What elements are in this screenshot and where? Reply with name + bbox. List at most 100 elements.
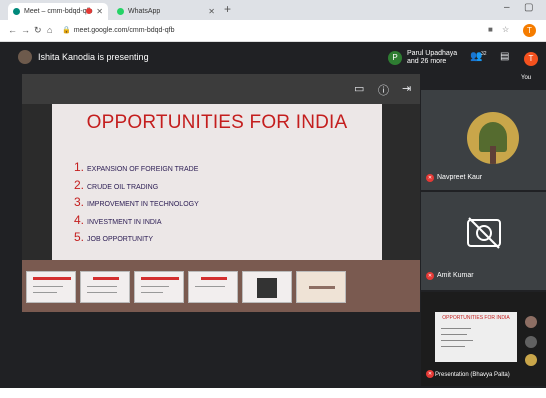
participant-tile[interactable]: ✕ Amit Kumar — [421, 192, 546, 290]
forward-icon[interactable]: → — [21, 25, 30, 35]
slide-item-number: 5. — [74, 230, 85, 244]
meet-favicon-icon — [13, 8, 20, 15]
slide-item-number: 2. — [74, 177, 85, 192]
slide-item-text: CRUDE OIL TRADING — [87, 183, 159, 191]
thumb-figure — [257, 278, 277, 298]
exit-icon[interactable]: ⇥ — [402, 82, 411, 95]
mini-participant-avatar — [525, 354, 537, 366]
participant-avatar: P — [388, 51, 402, 65]
whatsapp-favicon-icon — [117, 8, 124, 15]
mini-participant-avatar — [525, 316, 537, 328]
present-screen-icon[interactable]: ▭ — [354, 82, 364, 95]
thumb-title-line — [93, 277, 119, 280]
participant-more: and 26 more — [407, 58, 447, 65]
tab-whatsapp-label: WhatsApp — [128, 8, 161, 15]
self-avatar: T — [524, 52, 538, 66]
mini-participant-avatar — [525, 336, 537, 348]
participant-chip[interactable]: P Parul Upadhaya and 26 more — [388, 50, 457, 66]
thumb-text-line — [87, 292, 117, 293]
slide-thumbnail[interactable] — [296, 271, 346, 303]
slide-item-number: 4. — [74, 212, 85, 227]
mini-slide-line — [441, 340, 473, 341]
slide-list: 1. EXPANSION OF FOREIGN TRADE 2. CRUDE O… — [74, 160, 199, 248]
recording-dot-icon — [86, 8, 92, 14]
participant-name: Parul Upadhaya — [407, 50, 458, 57]
camera-off-icon — [467, 217, 501, 249]
participant-tile-name: Amit Kumar — [437, 272, 474, 279]
slide-item-text: EXPANSION OF FOREIGN TRADE — [87, 166, 199, 173]
info-icon[interactable]: ⓘ — [378, 82, 389, 98]
slide-item: 1. EXPANSION OF FOREIGN TRADE — [74, 160, 199, 178]
close-tab-icon[interactable]: ✕ — [208, 7, 215, 16]
slide-item: 5. JOB OPPORTUNITY — [74, 230, 199, 248]
people-count: 32 — [481, 51, 487, 57]
slide-title: OPPORTUNITIES FOR INDIA — [86, 112, 348, 133]
tab-meet[interactable]: Meet – cmm-bdqd-qfb ✕ — [8, 3, 108, 20]
mini-slide-line — [441, 346, 465, 347]
bookmark-star-icon[interactable]: ☆ — [502, 25, 509, 34]
participant-avatar-image — [467, 112, 519, 164]
thumb-text-line — [309, 286, 335, 289]
mini-slide: OPPORTUNITIES FOR INDIA — [435, 312, 517, 362]
tab-meet-label: Meet – cmm-bdqd-qfb — [24, 8, 93, 15]
thumb-text-line — [33, 292, 57, 293]
slide-thumbnail[interactable] — [242, 271, 292, 303]
presentation-tile-label: Presentation (Bhavya Palta) — [435, 372, 510, 378]
reload-icon[interactable]: ↻ — [34, 25, 42, 36]
tree-trunk — [490, 146, 496, 164]
browser-tab-bar: Meet – cmm-bdqd-qfb ✕ WhatsApp ✕ + – ▢ — [0, 0, 546, 20]
slide-thumbnail[interactable] — [26, 271, 76, 303]
chat-icon[interactable]: ▤ — [500, 51, 509, 62]
thumb-text-line — [141, 286, 169, 287]
mini-slide-line — [441, 328, 471, 329]
slide-item-number: 3. — [74, 195, 85, 209]
mic-off-icon: ✕ — [426, 370, 434, 378]
slide-item-text: JOB OPPORTUNITY — [87, 236, 153, 243]
presentation-stage: OPPORTUNITIES FOR INDIA 1. EXPANSION OF … — [22, 104, 420, 260]
slide-item-number: 1. — [74, 160, 85, 174]
presentation-toolbar: ▭ ⓘ ⇥ — [22, 74, 420, 104]
mini-slide-title: OPPORTUNITIES FOR INDIA — [442, 315, 510, 321]
thumb-title-line — [201, 277, 227, 280]
slide-item: 2. CRUDE OIL TRADING — [74, 178, 199, 196]
slide-filmstrip — [22, 260, 420, 312]
thumb-text-line — [87, 286, 117, 287]
lock-icon: 🔒 — [62, 27, 71, 34]
thumb-text-line — [195, 286, 225, 287]
presenter-bar: Ishita Kanodia is presenting — [18, 50, 149, 64]
minimize-icon[interactable]: – — [504, 2, 510, 13]
thumb-title-line — [33, 277, 71, 280]
new-tab-icon[interactable]: + — [224, 2, 231, 16]
media-icon[interactable]: ■ — [488, 25, 493, 34]
url-text: meet.google.com/cmm-bdqd-qfb — [73, 27, 175, 34]
thumb-title-line — [141, 277, 179, 280]
presenter-avatar — [18, 50, 32, 64]
maximize-icon[interactable]: ▢ — [524, 2, 533, 13]
tab-whatsapp[interactable]: WhatsApp ✕ — [112, 3, 220, 20]
slide-thumbnail[interactable] — [188, 271, 238, 303]
mic-off-icon: ✕ — [426, 174, 434, 182]
participant-chip-text: Parul Upadhaya and 26 more — [407, 50, 457, 66]
thumb-text-line — [33, 286, 63, 287]
mini-slide-line — [441, 334, 467, 335]
slide-item-text: INVESTMENT IN INDIA — [87, 218, 162, 226]
slide-thumbnail[interactable] — [80, 271, 130, 303]
thumb-text-line — [141, 292, 163, 293]
slide-thumbnail[interactable] — [134, 271, 184, 303]
presenting-label: Ishita Kanodia is presenting — [38, 52, 149, 62]
bottom-bar — [0, 388, 546, 398]
address-bar: ← → ↻ ⌂ 🔒 meet.google.com/cmm-bdqd-qfb ■ … — [0, 20, 546, 42]
slide-item: 4. INVESTMENT IN INDIA — [74, 213, 199, 231]
slide-item: 3. IMPROVEMENT IN TECHNOLOGY — [74, 195, 199, 213]
slide: OPPORTUNITIES FOR INDIA 1. EXPANSION OF … — [52, 104, 382, 260]
you-label: You — [521, 75, 532, 81]
profile-avatar[interactable]: T — [523, 24, 536, 37]
url-field[interactable]: 🔒 meet.google.com/cmm-bdqd-qfb — [62, 26, 175, 34]
close-tab-icon[interactable]: ✕ — [96, 7, 103, 16]
mic-off-icon: ✕ — [426, 272, 434, 280]
slide-item-text: IMPROVEMENT IN TECHNOLOGY — [87, 201, 199, 208]
home-icon[interactable]: ⌂ — [47, 25, 52, 35]
presentation-tile[interactable]: OPPORTUNITIES FOR INDIA ✕ Presentation (… — [421, 292, 546, 386]
back-icon[interactable]: ← — [8, 25, 17, 35]
participant-tile-name: Navpreet Kaur — [437, 174, 483, 181]
